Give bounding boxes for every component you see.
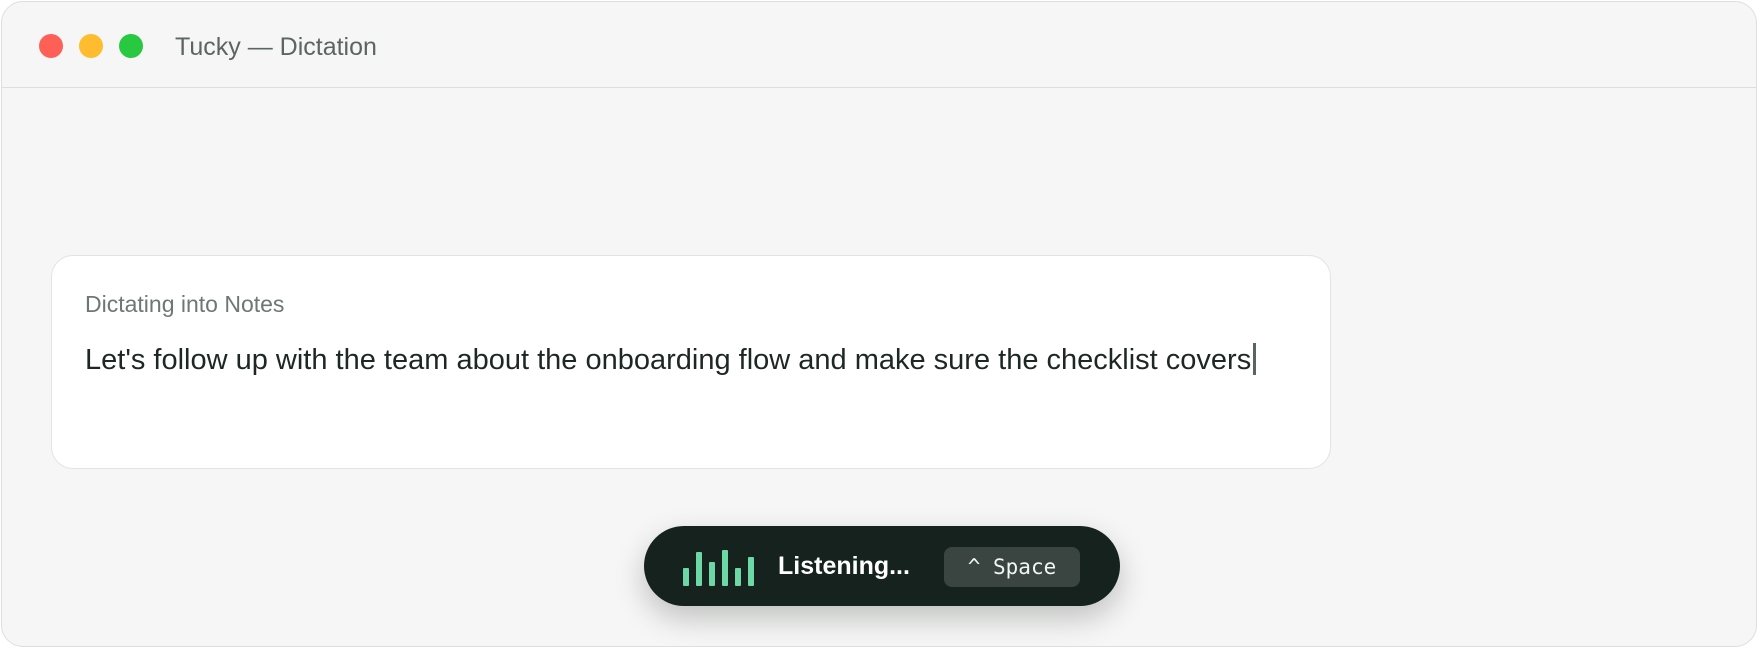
shortcut-key-badge: ^ Space [944,547,1080,587]
waveform-bar [709,562,715,586]
dictation-target-label: Dictating into Notes [85,291,285,317]
waveform-bar [748,557,754,586]
app-window: Tucky — Dictation Dictating into Notes L… [1,1,1757,647]
maximize-window-button[interactable] [119,34,143,58]
waveform-bar [722,550,728,586]
dictated-text: Let's follow up with the team about the … [85,344,1252,376]
dictation-text-area[interactable]: Let's follow up with the team about the … [85,334,1285,386]
waveform-bar [683,568,689,586]
title-bar: Tucky — Dictation [2,2,1756,88]
waveform-icon [683,546,754,586]
text-cursor [1253,343,1257,375]
minimize-window-button[interactable] [79,34,103,58]
close-window-button[interactable] [39,34,63,58]
listening-status: Listening... [778,552,910,580]
listening-indicator: Listening... ^ Space [644,526,1120,606]
waveform-bar [735,568,741,586]
dictation-card: Dictating into Notes Let's follow up wit… [51,255,1331,469]
waveform-bar [696,552,702,586]
window-title: Tucky — Dictation [175,33,377,61]
